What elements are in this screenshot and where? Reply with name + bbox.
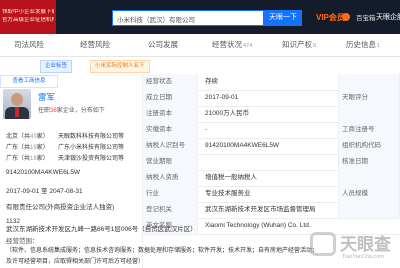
table-row: 纳税人识别号91420100MA4KWE6L5W组织机构代码M — [143, 138, 400, 155]
promo-line-2: 官方高级企业征信机构 — [2, 17, 54, 23]
watermark-text: 天眼查 — [340, 235, 391, 254]
watermark-url: TianYanCha.com — [342, 254, 384, 260]
view-registration-button[interactable]: 查看工商信息 — [0, 75, 58, 88]
table-row: 纳税人资质 增值税一般纳税人 — [143, 170, 400, 187]
company-type-value: 有限责任公司(外商投资企业法人独资) — [6, 204, 115, 211]
tab-intellectual-property[interactable]: 知识产权8 — [282, 34, 316, 56]
business-scope-line-2: 及许可经营项目，应取得相关部门许可后方可经营） — [6, 259, 145, 265]
position-item[interactable]: 广东（共18家） 天津银沙投资有限公司等 — [6, 153, 124, 162]
promo-banner[interactable]: 领取中小企业发展下载企业版 官方高级企业征信机构 — [0, 0, 56, 34]
top-nav-bar: 领取中小企业发展下载企业版 官方高级企业征信机构 小米科技（武汉）有限公司 天眼… — [0, 0, 400, 34]
table-row: 实缴资本-工商注册号42 — [143, 122, 400, 139]
tab-operating-risk[interactable]: 经营风险 — [80, 34, 111, 56]
vip-badge-icon — [342, 13, 350, 21]
vip-link[interactable]: VIP会员 — [316, 12, 345, 23]
avatar[interactable] — [3, 89, 31, 119]
tianyancha-logo-icon — [310, 232, 336, 256]
scope-label: 经营范围： — [6, 238, 39, 245]
tab-history[interactable]: 历史信息1 — [346, 34, 380, 56]
table-row: 注册资本 21000万人民币 — [143, 106, 400, 123]
table-row: 经营状态 存续 — [143, 74, 400, 91]
position-item[interactable]: 广东（共19家） 广东小米科技有限公司等 — [6, 142, 124, 151]
table-row: 营业期限核准日期20 — [143, 154, 400, 171]
promo-line-1: 领取中小企业发展下载企业版 — [2, 9, 54, 15]
search-value: 小米科技（武汉）有限公司 — [117, 17, 195, 24]
registered-address: 武汉东湖新技术开发区九峰一路66号1层006号（自贸区武汉片区） — [6, 226, 197, 233]
legal-rep-name[interactable]: 雷军 — [38, 91, 55, 103]
company-tag[interactable]: 企业标签 — [40, 60, 73, 73]
search-button[interactable]: 天眼一下 — [264, 10, 302, 26]
bss-link[interactable]: 百宝箱 — [356, 12, 376, 22]
watermark: 天眼查 TianYanCha.com — [308, 226, 400, 266]
table-row: 成立日期 2017-09-01 天眼评分 — [143, 90, 400, 107]
business-term-value: 2017-09-01 至 2047-08-31 — [6, 188, 83, 195]
controller-tag[interactable]: 小米实际控制人名下 — [90, 60, 150, 73]
table-row: 行业 专业技术服务业 人员规模 — [143, 186, 400, 203]
tab-company-development[interactable]: 公司发展 — [148, 34, 179, 56]
position-item[interactable]: 北京（共43家） 天眼数科科技有限公司等 — [6, 131, 124, 140]
registration-authority-row: 登记机关 武汉东湖新技术开发区市场监督管理局 — [143, 202, 400, 219]
tab-judicial-risk[interactable]: 司法风险 — [14, 34, 45, 56]
legal-rep-summary: 任职38家企业，分布如下 — [38, 108, 105, 114]
business-scope-line-1: （软件、信息系统集成服务；信息技术咨询服务；数据处理和存储服务；软件开发；技术开… — [6, 248, 319, 254]
credit-code-value: 91420100MA4KWE6L5W — [6, 169, 81, 176]
section-tabs: 司法风险 经营风险 公司发展 经营状况474 知识产权8 历史信息1 — [0, 34, 400, 57]
tab-operating-status[interactable]: 经营状况474 — [212, 34, 252, 56]
login-link[interactable]: 天眼企服 — [376, 12, 400, 22]
search-input[interactable]: 小米科技（武汉）有限公司 — [112, 10, 264, 26]
